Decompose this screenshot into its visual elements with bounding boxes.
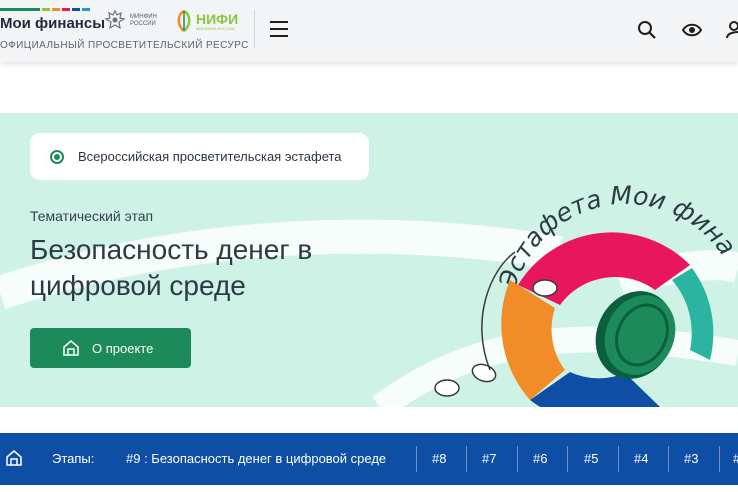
nifi-subtitle: МИНФИНА РОССИИ [196, 25, 235, 31]
stage-current[interactable]: #9 : Безопасность денег в цифровой среде [126, 451, 386, 466]
stage-label: Тематический этап [30, 208, 154, 224]
relay-pill[interactable]: Всероссийская просветительская эстафета [30, 133, 369, 180]
minfin-logo[interactable]: МИНФИН РОССИИ [104, 9, 157, 33]
stage-divider [668, 446, 669, 472]
about-project-label: О проекте [92, 340, 154, 356]
home-icon[interactable] [5, 449, 23, 467]
hero-title: Безопасность денег в цифровой среде [30, 232, 390, 304]
menu-icon[interactable] [270, 21, 288, 37]
stage-item[interactable]: # [733, 451, 738, 466]
stage-divider [466, 446, 467, 472]
stage-divider [567, 446, 568, 472]
nifi-emblem-icon [177, 9, 191, 32]
minfin-line-1: МИНФИН [130, 14, 157, 20]
stage-item[interactable]: #4 [634, 451, 648, 466]
search-icon[interactable] [637, 20, 657, 40]
home-icon [63, 340, 79, 356]
hero-title-line-2: цифровой среде [30, 270, 246, 301]
eye-icon[interactable] [682, 22, 702, 38]
stages-bar: Этапы: #9 : Безопасность денег в цифрово… [0, 433, 738, 485]
minfin-line-2: РОССИИ [130, 21, 156, 27]
brand-stripe [0, 8, 90, 11]
stage-divider [517, 446, 518, 472]
stage-item[interactable]: #6 [533, 451, 547, 466]
nifi-name: НИФИ [196, 10, 239, 27]
stage-divider [618, 446, 619, 472]
stage-item[interactable]: #7 [482, 451, 496, 466]
radio-selected-icon [50, 149, 64, 164]
header-divider [254, 10, 255, 48]
stage-divider [416, 446, 417, 472]
stage-item[interactable]: #8 [432, 451, 446, 466]
eagle-emblem-icon [104, 9, 126, 30]
about-project-button[interactable]: О проекте [30, 328, 191, 368]
site-header: Мои финансы ОФИЦИАЛЬНЫЙ ПРОСВЕТИТЕЛЬСКИЙ… [0, 0, 738, 62]
relay-pill-label: Всероссийская просветительская эстафета [78, 149, 342, 164]
hero-title-line-1: Безопасность денег в [30, 234, 313, 265]
user-icon[interactable] [726, 20, 738, 40]
nifi-logo[interactable]: НИФИ МИНФИНА РОССИИ [174, 9, 238, 33]
stage-divider [719, 446, 720, 472]
site-title[interactable]: Мои финансы [0, 15, 105, 32]
relay-logo-graphic: Эстафета Мои финансы [420, 160, 738, 407]
stage-item[interactable]: #3 [684, 451, 698, 466]
stages-label: Этапы: [52, 451, 95, 466]
site-tagline: ОФИЦИАЛЬНЫЙ ПРОСВЕТИТЕЛЬСКИЙ РЕСУРС [0, 40, 249, 51]
stage-item[interactable]: #5 [584, 451, 598, 466]
